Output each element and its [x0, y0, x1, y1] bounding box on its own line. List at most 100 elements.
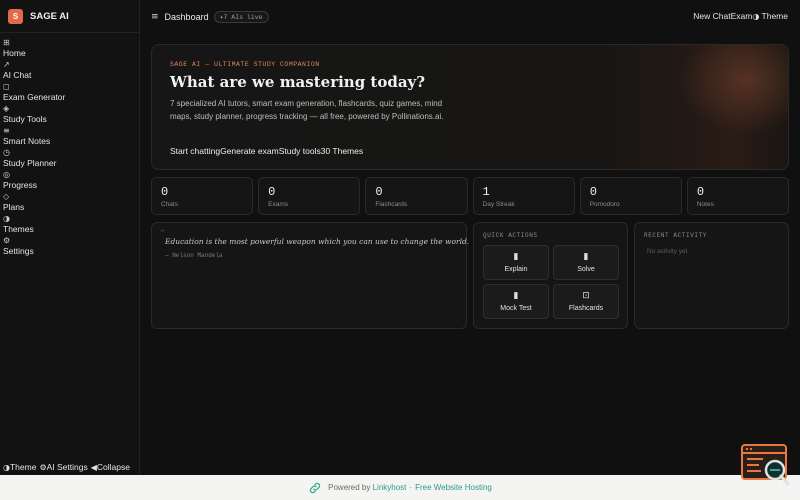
gear-icon: ⚙: [3, 236, 11, 245]
generate-exam-link[interactable]: Generate exam: [220, 146, 279, 156]
sidebar-item-themes[interactable]: ◑ Themes: [0, 214, 139, 236]
stat-value: 0: [696, 185, 705, 199]
brand-logo: S: [8, 8, 23, 24]
sidebar-item-progress[interactable]: ◎ Progress: [0, 170, 139, 192]
new-chat-button[interactable]: New Chat: [693, 11, 730, 21]
recent-activity-card: RECENT ACTIVITY No activity yet: [634, 222, 789, 329]
stat-label: Exams: [268, 201, 289, 208]
mock-test-button[interactable]: ▮ Mock Test: [483, 284, 549, 319]
quick-actions-title: QUICK ACTIONS: [483, 232, 538, 239]
quote-mark: “: [160, 229, 165, 239]
quick-action-label: Flashcards: [568, 305, 604, 312]
sidebar-item-study-tools[interactable]: ◈ Study Tools: [0, 104, 139, 126]
stat-label: Day Streak: [482, 201, 515, 208]
hosting-footer: Powered by Linkyhost · Free Website Hostin…: [0, 475, 800, 500]
sidebar-item-label: Themes: [3, 224, 34, 234]
bar-icon: ▮: [513, 291, 519, 301]
sidebar-item-study-planner[interactable]: ◷ Study Planner: [0, 148, 139, 170]
sidebar-item-label: Exam Generator: [3, 92, 66, 102]
stat-value: 0: [375, 185, 383, 199]
footer-prefix: Powered by: [328, 483, 371, 492]
sidebar-item-label: Plans: [3, 202, 25, 212]
quick-action-label: Solve: [577, 266, 595, 273]
brand[interactable]: S SAGE AI: [0, 0, 139, 33]
quick-action-label: Mock Test: [500, 305, 532, 312]
start-chatting-link[interactable]: Start chatting: [170, 146, 220, 156]
square-icon: ◻: [3, 82, 10, 91]
ai-settings-button[interactable]: ⚙AI Settings: [39, 462, 87, 472]
sidebar-item-plans[interactable]: ◇ Plans: [0, 192, 139, 214]
stat-card-flashcards: 0 Flashcards: [365, 177, 468, 215]
diamond-icon: ◈: [3, 104, 10, 113]
quick-actions-card: QUICK ACTIONS ▮ Explain ▮ Solve ▮ Mock T…: [473, 222, 628, 329]
stat-label: Pomodoro: [589, 201, 620, 208]
sidebar-item-settings[interactable]: ⚙ Settings: [0, 236, 139, 258]
footer-separator: ·: [409, 483, 413, 492]
recent-activity-empty: No activity yet: [647, 248, 688, 255]
theme-button-label: Theme: [761, 11, 788, 21]
hero-glow: [678, 45, 788, 135]
notes-icon: ≡: [3, 126, 10, 135]
stat-value: 0: [161, 185, 169, 199]
hosting-badge-icon[interactable]: [741, 444, 791, 487]
stat-card-chats: 0 Chats: [151, 177, 254, 215]
sidebar-item-home[interactable]: ⊞ Home: [0, 38, 139, 60]
stat-label: Notes: [696, 201, 714, 208]
sidebar: S SAGE AI ⊞ Home ↗ AI Chat ◻ Exam Genera…: [0, 0, 140, 475]
topbar-actions: New Chat Exam ◑ Theme: [693, 11, 788, 21]
theme-toggle-button[interactable]: ◑Theme: [3, 462, 36, 472]
quick-action-label: Explain: [504, 266, 528, 273]
bar-icon: ▮: [583, 252, 589, 262]
stat-value: 0: [589, 185, 597, 199]
quick-actions-grid: ▮ Explain ▮ Solve ▮ Mock Test ⊡ Flashcar…: [483, 245, 620, 319]
sidebar-item-label: Study Planner: [3, 158, 57, 168]
app-window: S SAGE AI ⊞ Home ↗ AI Chat ◻ Exam Genera…: [0, 0, 800, 475]
ai-settings-label: AI Settings: [46, 462, 88, 472]
flashcards-button[interactable]: ⊡ Flashcards: [553, 284, 619, 319]
half-circle-icon: ◑: [3, 214, 10, 223]
collapse-label: Collapse: [96, 462, 130, 472]
sidebar-item-ai-chat[interactable]: ↗ AI Chat: [0, 60, 139, 82]
stat-label: Flashcards: [375, 201, 408, 208]
stat-value: 1: [482, 185, 490, 199]
menu-icon[interactable]: ≡: [151, 12, 159, 22]
theme-toggle-label: Theme: [9, 462, 37, 472]
theme-button[interactable]: ◑ Theme: [752, 11, 788, 21]
sidebar-item-label: AI Chat: [3, 70, 32, 80]
topbar: ≡ Dashboard ✦7 AIs live New Chat Exam ◑ …: [140, 0, 800, 33]
themes-link[interactable]: 30 Themes: [321, 146, 363, 156]
sidebar-item-smart-notes[interactable]: ≡ Smart Notes: [0, 126, 139, 148]
explain-button[interactable]: ▮ Explain: [483, 245, 549, 280]
hero-title: What are we mastering today?: [170, 73, 426, 91]
exam-button[interactable]: Exam: [731, 11, 753, 21]
sidebar-item-exam-generator[interactable]: ◻ Exam Generator: [0, 82, 139, 104]
hero-description: 7 specialized AI tutors, smart exam gene…: [170, 99, 444, 121]
solve-button[interactable]: ▮ Solve: [553, 245, 619, 280]
diamond-outline-icon: ◇: [3, 192, 10, 201]
stat-card-day-streak: 1 Day Streak: [472, 177, 575, 215]
linkyhost-link[interactable]: Linkyhost: [373, 483, 407, 492]
target-icon: ◎: [3, 170, 10, 179]
stats-row: 0 Chats 0 Exams 0 Flashcards 1 Day Strea…: [151, 177, 790, 215]
star-card-icon: ⊡: [582, 291, 590, 301]
stat-card-notes: 0 Notes: [686, 177, 790, 215]
quote-card: “ Education is the most powerful weapon …: [151, 222, 470, 329]
stat-value: 0: [268, 185, 276, 199]
study-tools-link[interactable]: Study tools: [279, 146, 321, 156]
collapse-button[interactable]: ◀Collapse: [91, 462, 130, 472]
stat-card-exams: 0 Exams: [258, 177, 361, 215]
brand-name: SAGE AI: [30, 10, 69, 22]
stat-label: Chats: [161, 201, 178, 208]
free-hosting-link[interactable]: Free Website Hosting: [415, 483, 492, 492]
gear-icon: ⚙: [39, 463, 47, 472]
sidebar-item-label: Smart Notes: [3, 136, 51, 146]
sidebar-item-label: Settings: [3, 246, 34, 256]
quote-text: Education is the most powerful weapon wh…: [165, 237, 470, 246]
clock-icon: ◷: [3, 148, 10, 157]
sidebar-item-label: Progress: [3, 180, 38, 190]
hero-actions: Start chattingGenerate examStudy tools30…: [170, 146, 363, 156]
hero-card: SAGE AI — ULTIMATE STUDY COMPANION What …: [151, 44, 789, 170]
hero-eyebrow: SAGE AI — ULTIMATE STUDY COMPANION: [170, 61, 320, 68]
recent-activity-title: RECENT ACTIVITY: [644, 232, 708, 239]
sidebar-item-label: Home: [3, 48, 26, 58]
